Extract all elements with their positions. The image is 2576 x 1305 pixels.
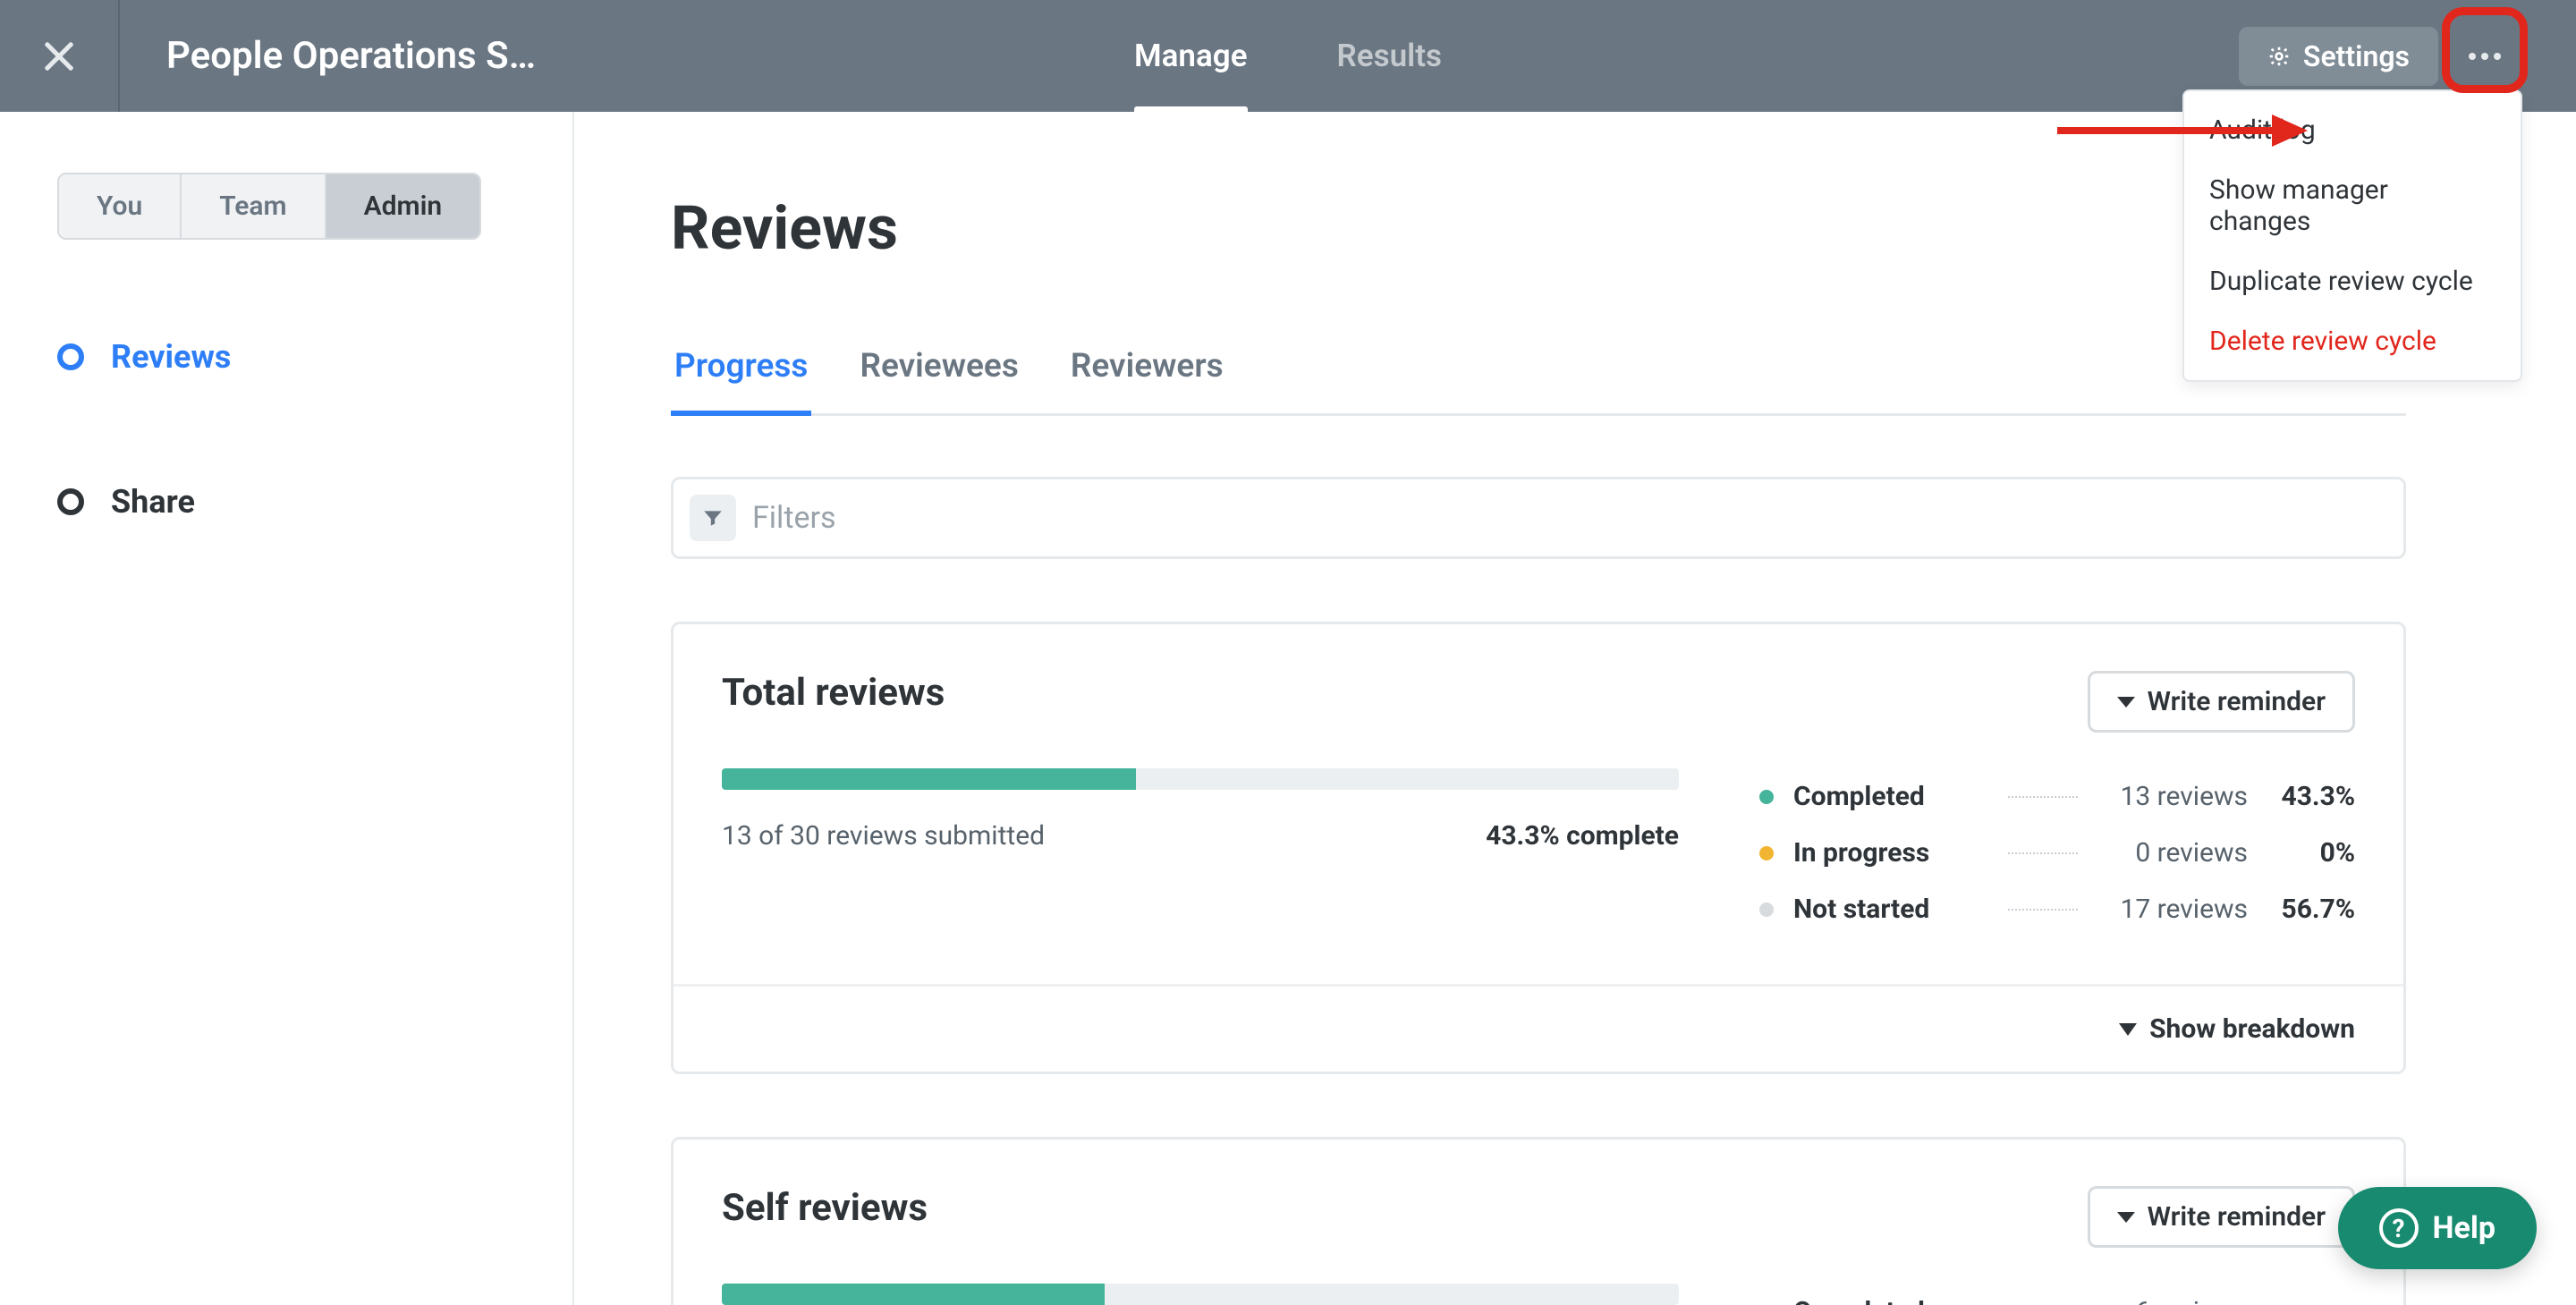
progress-bar xyxy=(722,768,1679,790)
filter-bar[interactable]: Filters xyxy=(671,477,2406,559)
stat-count: 0 reviews xyxy=(2096,837,2248,869)
tab-reviewers[interactable]: Reviewers xyxy=(1067,347,1227,416)
seg-admin[interactable]: Admin xyxy=(326,174,480,238)
segmented-control: You Team Admin xyxy=(57,173,481,240)
more-button[interactable] xyxy=(2454,26,2515,87)
card-total-reviews: Total reviews Write reminder 13 of 30 re… xyxy=(671,622,2406,1074)
stat-label: Completed xyxy=(1793,781,1990,812)
settings-label: Settings xyxy=(2303,39,2410,73)
filter-icon xyxy=(701,506,724,530)
stat-row: Not started 17 reviews 56.7% xyxy=(1759,881,2355,937)
progress-column: 6 of 15 reviews submitted 40% complete xyxy=(722,1284,1679,1305)
radio-icon xyxy=(57,343,84,370)
seg-team[interactable]: Team xyxy=(182,174,326,238)
top-actions: Settings xyxy=(2239,26,2515,87)
progress-text-left: 13 of 30 reviews submitted xyxy=(722,820,1045,852)
tab-results[interactable]: Results xyxy=(1337,0,1442,112)
progress-bar-fill xyxy=(722,768,1136,790)
progress-bar-fill xyxy=(722,1284,1105,1305)
stat-count: 17 reviews xyxy=(2096,894,2248,925)
close-icon xyxy=(43,40,75,72)
stat-pct: 0% xyxy=(2248,837,2355,869)
stat-count: 6 reviews xyxy=(2096,1296,2248,1305)
status-dot-icon xyxy=(1759,846,1774,860)
write-reminder-button[interactable]: Write reminder xyxy=(2088,671,2355,733)
sub-tabs: Progress Reviewees Reviewers xyxy=(671,344,2406,416)
card-self-reviews: Self reviews Write reminder 6 of 15 revi… xyxy=(671,1137,2406,1305)
stats-column: Completed 6 reviews In progress 0 review… xyxy=(1759,1284,2355,1305)
dropdown-delete-cycle[interactable]: Delete review cycle xyxy=(2184,311,2521,371)
tab-progress[interactable]: Progress xyxy=(671,347,811,416)
stat-pct: 43.3% xyxy=(2248,781,2355,812)
dropdown-duplicate-cycle[interactable]: Duplicate review cycle xyxy=(2184,251,2521,311)
more-dropdown: Audit log Show manager changes Duplicate… xyxy=(2182,89,2522,382)
progress-bar xyxy=(722,1284,1679,1305)
chevron-down-icon xyxy=(2119,1023,2137,1036)
heading-reviews: Reviews xyxy=(671,192,2406,264)
top-tabs: Manage Results xyxy=(1134,0,1442,112)
stat-label: Completed xyxy=(1793,1296,1990,1305)
help-label: Help xyxy=(2433,1210,2496,1246)
page-title: People Operations S… xyxy=(166,34,536,78)
progress-column: 13 of 30 reviews submitted 43.3% complet… xyxy=(722,768,1679,937)
stat-count: 13 reviews xyxy=(2096,781,2248,812)
sidebar-nav: Reviews Share xyxy=(57,338,515,521)
help-button[interactable]: ? Help xyxy=(2338,1187,2538,1269)
seg-you[interactable]: You xyxy=(59,174,182,238)
stat-pct: 56.7% xyxy=(2248,894,2355,925)
stat-row: Completed 6 reviews xyxy=(1759,1284,2355,1305)
caret-down-icon xyxy=(2117,697,2135,708)
show-breakdown-button[interactable]: Show breakdown xyxy=(674,984,2403,1072)
radio-icon xyxy=(57,488,84,515)
sidebar-item-share[interactable]: Share xyxy=(57,483,515,521)
write-reminder-button[interactable]: Write reminder xyxy=(2088,1186,2355,1248)
stat-label: Not started xyxy=(1793,894,1990,925)
filter-button[interactable] xyxy=(690,495,736,541)
gear-icon xyxy=(2267,45,2291,68)
sidebar-item-label: Reviews xyxy=(111,338,231,376)
sidebar-item-label: Share xyxy=(111,483,195,521)
show-breakdown-label: Show breakdown xyxy=(2149,1013,2355,1045)
status-dot-icon xyxy=(1759,790,1774,804)
stat-row: In progress 0 reviews 0% xyxy=(1759,825,2355,881)
sidebar: You Team Admin Reviews Share xyxy=(0,112,574,1305)
stats-column: Completed 13 reviews 43.3% In progress 0… xyxy=(1759,768,2355,937)
more-icon xyxy=(2469,53,2501,60)
stat-row: Completed 13 reviews 43.3% xyxy=(1759,768,2355,825)
reminder-label: Write reminder xyxy=(2148,1201,2326,1233)
help-icon: ? xyxy=(2379,1208,2419,1248)
progress-text-right: 43.3% complete xyxy=(1486,820,1679,852)
tab-reviewees[interactable]: Reviewees xyxy=(856,347,1021,416)
close-button[interactable] xyxy=(0,0,120,112)
dropdown-show-manager-changes[interactable]: Show manager changes xyxy=(2184,160,2521,251)
stat-label: In progress xyxy=(1793,837,1990,869)
filter-placeholder: Filters xyxy=(752,500,2387,536)
sidebar-item-reviews[interactable]: Reviews xyxy=(57,338,515,376)
caret-down-icon xyxy=(2117,1212,2135,1223)
reminder-label: Write reminder xyxy=(2148,686,2326,717)
status-dot-icon xyxy=(1759,902,1774,917)
card-title: Self reviews xyxy=(722,1186,928,1230)
card-title: Total reviews xyxy=(722,671,945,715)
dropdown-audit-log[interactable]: Audit log xyxy=(2184,100,2521,160)
settings-button[interactable]: Settings xyxy=(2239,27,2438,86)
tab-manage[interactable]: Manage xyxy=(1134,0,1248,112)
